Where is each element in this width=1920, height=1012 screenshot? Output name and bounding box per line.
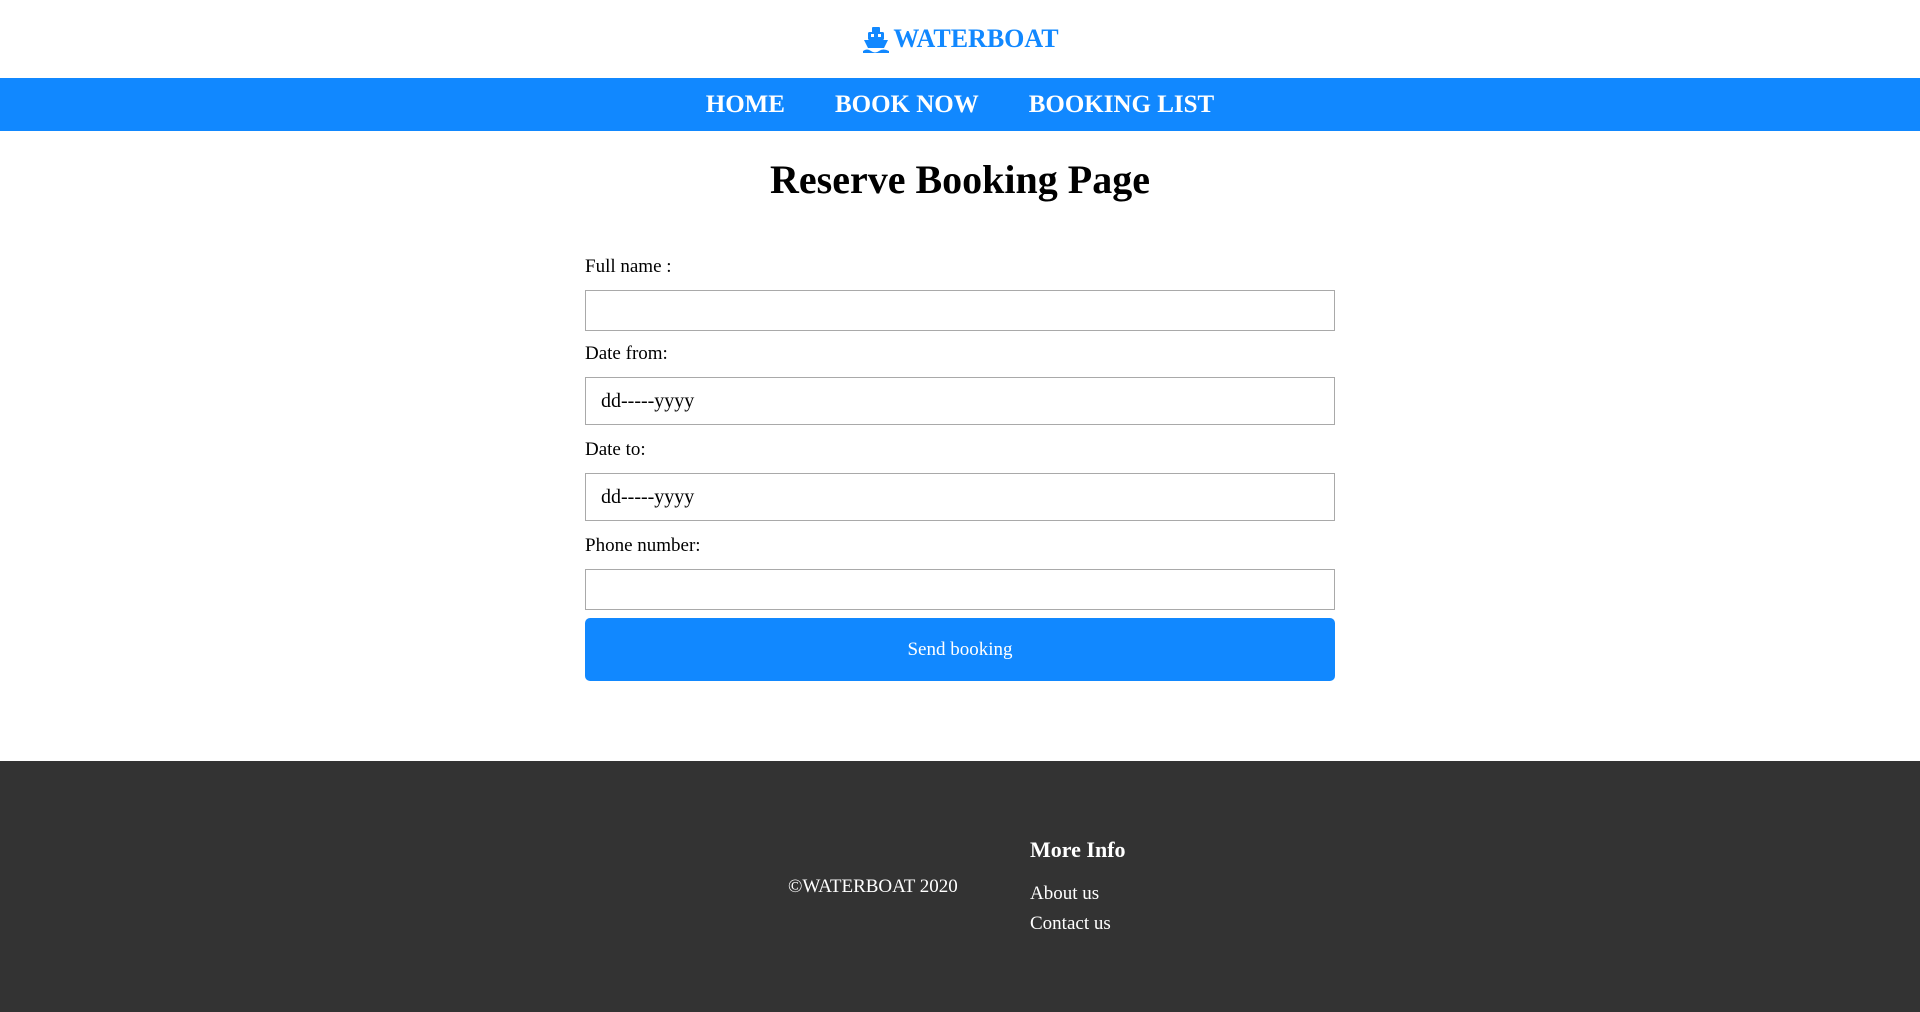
contact-us-link[interactable]: Contact us [1030, 909, 1126, 939]
date-from-label: Date from: [585, 343, 668, 364]
nav-booking-list[interactable]: BOOKING LIST [1029, 91, 1214, 119]
nav-book-now[interactable]: BOOK NOW [835, 91, 979, 119]
brand-logo[interactable]: WATERBOAT [861, 24, 1059, 54]
full-name-label: Full name : [585, 256, 672, 277]
full-name-input[interactable] [585, 290, 1335, 331]
date-to-input[interactable]: dd-----yyyy [585, 473, 1335, 521]
ship-icon [861, 24, 891, 54]
page-title: Reserve Booking Page [770, 157, 1150, 202]
send-booking-button[interactable]: Send booking [585, 618, 1335, 681]
booking-form: Full name : Date from: dd-----yyyy Date … [585, 252, 1335, 681]
nav-home[interactable]: HOME [706, 91, 785, 119]
date-from-input[interactable]: dd-----yyyy [585, 377, 1335, 425]
date-to-label: Date to: [585, 439, 646, 460]
main-navigation: HOME BOOK NOW BOOKING LIST [0, 78, 1920, 131]
phone-label: Phone number: [585, 535, 701, 556]
phone-input[interactable] [585, 569, 1335, 610]
more-info-title: More Info [1030, 837, 1126, 862]
about-us-link[interactable]: About us [1030, 879, 1126, 909]
date-to-value: dd-----yyyy [601, 485, 695, 508]
date-from-value: dd-----yyyy [601, 389, 695, 412]
site-footer: ©WATERBOAT 2020 More Info About us Conta… [0, 761, 1920, 1012]
more-info-section: More Info About us Contact us [1030, 835, 1126, 939]
brand-name: WATERBOAT [893, 24, 1059, 53]
copyright-text: ©WATERBOAT 2020 [788, 876, 958, 897]
site-header: WATERBOAT [0, 0, 1920, 78]
